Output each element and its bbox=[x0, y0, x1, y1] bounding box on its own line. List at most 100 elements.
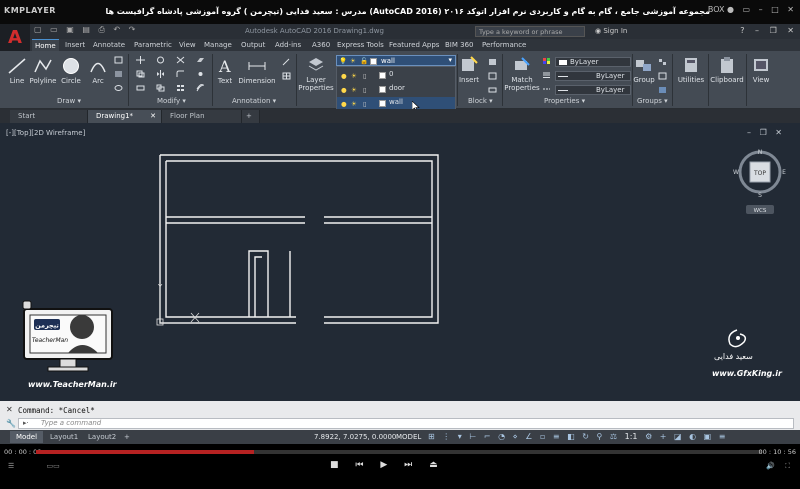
dimension-tool[interactable]: Dimension bbox=[238, 57, 276, 85]
linetype-icon[interactable] bbox=[542, 85, 551, 93]
sign-in-button[interactable]: ◉ Sign In bbox=[595, 27, 627, 35]
layer-item-door[interactable]: ● ☀ ▯ door bbox=[337, 83, 455, 96]
array-icon[interactable] bbox=[176, 84, 185, 92]
tab-layout1[interactable]: Layout1 bbox=[44, 431, 84, 443]
color-swatch[interactable] bbox=[379, 86, 386, 93]
copy-icon[interactable] bbox=[136, 70, 145, 78]
fullscreen-icon[interactable]: ⛶ bbox=[785, 462, 790, 470]
table-icon[interactable] bbox=[282, 72, 291, 80]
dynamic-input-icon[interactable]: ⊢ bbox=[469, 432, 476, 441]
text-tool[interactable]: A Text bbox=[214, 57, 236, 85]
tab-annotate[interactable]: Annotate bbox=[90, 39, 128, 51]
lock-icon[interactable]: ▯ bbox=[363, 100, 367, 108]
viewcube[interactable]: TOP N S W E WCS bbox=[732, 147, 788, 217]
view-button[interactable]: View bbox=[748, 56, 774, 84]
minimize-icon[interactable]: – bbox=[759, 5, 763, 14]
stretch-icon[interactable] bbox=[136, 84, 145, 92]
scale-icon[interactable] bbox=[156, 84, 165, 92]
maximize-icon[interactable]: □ bbox=[771, 5, 779, 14]
annotation-scale-icon[interactable]: ⚖ bbox=[610, 432, 617, 441]
color-swatch[interactable] bbox=[379, 72, 386, 79]
add-icon[interactable]: + bbox=[660, 432, 667, 441]
color-swatch[interactable] bbox=[379, 100, 386, 107]
line-tool[interactable]: Line bbox=[6, 57, 28, 85]
new-tab-button[interactable]: + bbox=[242, 110, 260, 123]
save-as-icon[interactable]: ▤ bbox=[82, 25, 90, 34]
layer-properties-button[interactable]: Layer Properties bbox=[298, 56, 334, 92]
arc-tool[interactable]: Arc bbox=[88, 57, 108, 85]
erase-icon[interactable] bbox=[196, 56, 205, 64]
create-block-icon[interactable] bbox=[488, 58, 497, 66]
tab-a360[interactable]: A360 bbox=[309, 39, 333, 51]
rotate-icon[interactable] bbox=[156, 56, 165, 64]
edit-block-icon[interactable] bbox=[488, 72, 497, 80]
annotation-visibility-icon[interactable]: ⚲ bbox=[597, 432, 603, 441]
group-edit-icon[interactable] bbox=[658, 72, 667, 80]
tab-insert[interactable]: Insert bbox=[62, 39, 88, 51]
search-input[interactable]: Type a keyword or phrase bbox=[475, 26, 585, 37]
draw-panel-label[interactable]: Draw ▾ bbox=[57, 97, 81, 105]
group-button[interactable]: Group bbox=[633, 56, 655, 84]
cursor-coordinates[interactable]: 7.8922, 7.0275, 0.0000 bbox=[314, 433, 396, 441]
add-layout-button[interactable]: + bbox=[118, 431, 136, 443]
move-icon[interactable] bbox=[136, 56, 145, 64]
redo-icon[interactable]: ↷ bbox=[129, 25, 136, 34]
workspace-icon[interactable]: ⚙ bbox=[645, 432, 652, 441]
minimize-window-icon[interactable]: – bbox=[755, 26, 759, 35]
clean-screen-icon[interactable]: ▣ bbox=[704, 432, 712, 441]
close-command-line-icon[interactable]: ✕ bbox=[6, 405, 13, 414]
selection-cycling-icon[interactable]: ↻ bbox=[582, 432, 589, 441]
ortho-icon[interactable]: ⌐ bbox=[484, 432, 491, 441]
lightbulb-icon[interactable]: ● bbox=[341, 72, 347, 80]
trim-icon[interactable] bbox=[176, 56, 185, 64]
rectangle-icon[interactable] bbox=[114, 56, 123, 64]
utilities-button[interactable]: Utilities bbox=[676, 56, 706, 84]
lineweight-icon[interactable] bbox=[542, 71, 551, 79]
polyline-tool[interactable]: Polyline bbox=[28, 57, 58, 85]
tab-addins[interactable]: Add-ins bbox=[272, 39, 304, 51]
layer-item-0[interactable]: ● ☀ ▯ 0 bbox=[337, 69, 455, 82]
tab-performance[interactable]: Performance bbox=[479, 39, 529, 51]
ellipse-icon[interactable] bbox=[114, 84, 123, 92]
color-dropdown[interactable]: ByLayer bbox=[555, 57, 631, 67]
lineweight-dropdown[interactable]: ByLayer bbox=[555, 71, 631, 81]
tab-bim360[interactable]: BIM 360 bbox=[442, 39, 477, 51]
annotation-scale-value[interactable]: 1:1 bbox=[625, 432, 638, 441]
player-box-label[interactable]: BOX ● bbox=[708, 5, 734, 14]
close-tab-icon[interactable]: ✕ bbox=[150, 110, 156, 123]
tab-layout2[interactable]: Layout2 bbox=[82, 431, 122, 443]
open-file-icon[interactable]: ▭ bbox=[50, 25, 58, 34]
eject-icon[interactable]: ⏏ bbox=[429, 460, 438, 470]
lock-icon[interactable]: ▯ bbox=[363, 72, 367, 80]
block-attribute-icon[interactable] bbox=[488, 86, 497, 94]
lightbulb-icon[interactable]: ● bbox=[341, 86, 347, 94]
tab-view[interactable]: View bbox=[176, 39, 199, 51]
lineweight-toggle-icon[interactable]: ≡ bbox=[553, 432, 560, 441]
file-tab-drawing1[interactable]: Drawing1* ✕ bbox=[88, 110, 162, 123]
group-select-icon[interactable] bbox=[658, 86, 667, 94]
tab-express-tools[interactable]: Express Tools bbox=[334, 39, 387, 51]
sun-icon[interactable]: ☀ bbox=[351, 100, 357, 108]
tab-home[interactable]: Home bbox=[32, 39, 59, 51]
save-icon[interactable]: ▣ bbox=[66, 25, 74, 34]
model-space-button[interactable]: MODEL bbox=[396, 433, 421, 441]
stop-icon[interactable]: ■ bbox=[330, 460, 339, 470]
sun-icon[interactable]: ☀ bbox=[351, 72, 357, 80]
block-panel-label[interactable]: Block ▾ bbox=[468, 97, 493, 105]
isodraft-icon[interactable]: ⋄ bbox=[513, 432, 518, 441]
sun-icon[interactable]: ☀ bbox=[351, 86, 357, 94]
object-snap-icon[interactable]: ▫ bbox=[540, 432, 545, 441]
help-icon[interactable]: ? bbox=[740, 26, 744, 35]
infer-icon[interactable]: ▾ bbox=[458, 432, 462, 441]
object-snap-tracking-icon[interactable]: ∠ bbox=[525, 432, 532, 441]
customize-icon[interactable]: 🔧 bbox=[6, 419, 16, 428]
tab-model[interactable]: Model bbox=[10, 431, 44, 443]
tab-featured-apps[interactable]: Featured Apps bbox=[386, 39, 442, 51]
lightbulb-icon[interactable]: ● bbox=[341, 100, 347, 108]
isolate-objects-icon[interactable]: ◐ bbox=[689, 432, 696, 441]
match-properties-button[interactable]: Match Properties bbox=[504, 56, 540, 92]
transparency-icon[interactable]: ◧ bbox=[567, 432, 575, 441]
command-input[interactable]: ▸· Type a command bbox=[18, 418, 794, 429]
command-prompt-icon[interactable]: ▸· bbox=[23, 419, 29, 427]
next-icon[interactable]: ⏭ bbox=[404, 460, 412, 470]
